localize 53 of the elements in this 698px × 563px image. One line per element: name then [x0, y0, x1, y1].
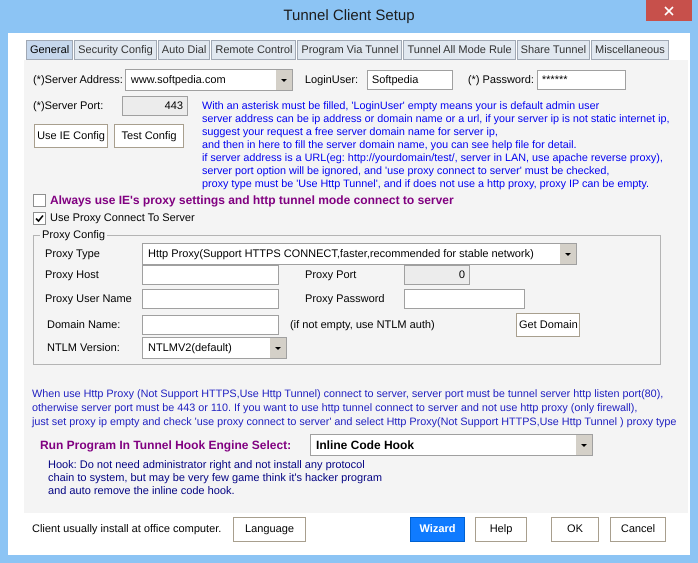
window-title: Tunnel Client Setup	[283, 6, 415, 26]
tab[interactable]: Program Via Tunnel	[297, 40, 402, 60]
footer-button[interactable]: Language	[233, 517, 306, 542]
footer-button[interactable]: Cancel	[610, 517, 666, 542]
hook-description: Hook: Do not need administrator right and not install any protocol chain to system, but may be very few game think it's hacker program and auto remove the inline code hook.	[48, 459, 382, 498]
close-icon	[664, 6, 674, 16]
tab[interactable]: Miscellaneous	[591, 40, 669, 60]
tab[interactable]: Security Config	[74, 40, 157, 60]
tab[interactable]: Tunnel All Mode Rule	[403, 40, 516, 60]
proxy-user-name-field[interactable]	[142, 289, 279, 309]
footer-button[interactable]: Help	[475, 517, 527, 542]
field-label: Proxy User Name	[45, 292, 133, 307]
checkbox-label[interactable]: Always use IE's proxy settings and http tunnel mode connect to server	[50, 191, 454, 209]
checkbox[interactable]	[33, 212, 46, 224]
proxy-host-field[interactable]	[142, 265, 279, 285]
field-label: (*)Server Port:	[33, 98, 104, 114]
checkbox-label[interactable]: Use Proxy Connect To Server	[50, 210, 195, 226]
field-label: Proxy Host	[45, 268, 100, 283]
domain-name-field[interactable]	[142, 315, 279, 335]
tab[interactable]: Share Tunnel	[516, 40, 590, 60]
footer-note: Client usually install at office computer.	[32, 522, 222, 538]
server-address-dropdown[interactable]: www.softpedia.com	[124, 69, 293, 91]
login-user-field[interactable]: Softpedia	[366, 70, 453, 90]
checkbox[interactable]	[33, 194, 46, 206]
get-domain-button[interactable]: Get Domain	[516, 313, 580, 337]
tab[interactable]: General	[26, 40, 74, 60]
password-field[interactable]: ******	[536, 70, 626, 90]
proxy-password-field[interactable]	[404, 289, 525, 309]
hint-text: (if not empty, use NTLM auth)	[290, 318, 436, 333]
help-text: With an asterisk must be filled, 'LoginUser' empty means your is default admin user server address can be ip address or domain name or a url, if your server ip is not static internet ip, suggest your request a free server domain name for server ip, and then in here to fill the server domain name, you can see help file for detail. if server address is a URL(eg: http://yourdomain/test/, server in LAN, use apache reverse proxy), server port option will be ignored, and 'use proxy connect to server' must be checked, proxy type must be 'Use Http Tunnel', and if does not use a http proxy, proxy IP can be empty.	[202, 100, 670, 191]
field-label: Proxy Type	[45, 246, 101, 262]
hook-engine-label: Run Program In Tunnel Hook Engine Select:	[40, 437, 292, 454]
field-label: (*) Password:	[468, 72, 535, 88]
proxy-note-text: When use Http Proxy (Not Support HTTPS,Use Http Tunnel) connect to server, server port must be tunnel server http listen port(80), otherwise server port must be 443 or 110. If you want to use http tunnel connect to server and not use http proxy (only firewall), just set proxy ip empty and check 'use proxy connect to server' and select Http Proxy(Not Support HTTPS,Use Http Tunnel ) proxy type	[32, 387, 678, 429]
field-label: NTLM Version:	[47, 340, 121, 356]
proxy-port-field[interactable]: 0	[404, 265, 470, 285]
tab[interactable]: Remote Control	[211, 40, 296, 60]
close-button[interactable]	[646, 0, 692, 21]
server-port-field[interactable]: 443	[122, 96, 188, 116]
field-label: Proxy Password	[305, 292, 386, 307]
tab[interactable]: Auto Dial	[158, 40, 210, 60]
use-ie-config-button[interactable]: Use IE Config	[34, 124, 108, 148]
test-config-button[interactable]: Test Config	[114, 124, 184, 148]
field-label: LoginUser:	[304, 72, 360, 88]
footer-button[interactable]: Wizard	[410, 517, 465, 542]
proxy-type-dropdown[interactable]: Http Proxy(Support HTTPS CONNECT,faster,recommended for stable network)	[142, 243, 577, 265]
field-label: Proxy Port	[305, 268, 358, 283]
field-label: Domain Name:	[47, 318, 122, 333]
field-label: (*)Server Address:	[33, 72, 124, 88]
footer-button[interactable]: OK	[551, 517, 599, 542]
hook-engine-dropdown[interactable]: Inline Code Hook	[310, 434, 593, 456]
group-title: Proxy Config	[40, 228, 107, 242]
ntlm-version-dropdown[interactable]: NTLMV2(default)	[142, 337, 287, 359]
